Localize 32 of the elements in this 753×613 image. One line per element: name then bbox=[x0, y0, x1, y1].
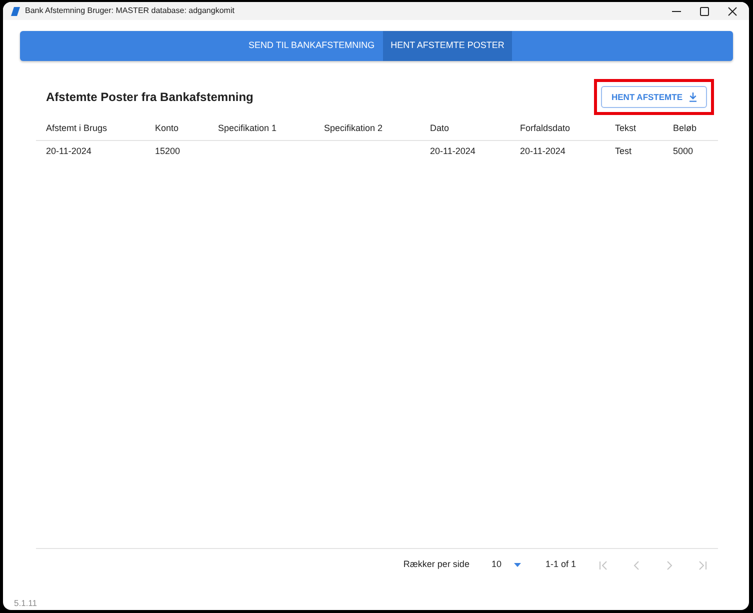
close-icon bbox=[728, 6, 736, 16]
first-page-icon bbox=[598, 560, 608, 570]
table-cell: Test bbox=[605, 140, 663, 162]
rows-per-page-label: Rækker per side bbox=[403, 558, 470, 572]
app-logo-icon bbox=[11, 6, 20, 16]
nav-tab[interactable]: HENT AFSTEMTE POSTER bbox=[382, 31, 512, 61]
column-header: Afstemt i Brugs bbox=[36, 118, 145, 140]
rows-per-page-select[interactable]: 10 bbox=[491, 558, 522, 572]
version-text: 5.1.11 bbox=[13, 597, 38, 610]
caret-icon bbox=[514, 563, 522, 567]
column-header: Forfaldsdato bbox=[510, 118, 605, 140]
nav-tab[interactable]: SEND TIL BANKAFSTEMNING bbox=[240, 31, 383, 61]
column-header: Dato bbox=[420, 118, 510, 140]
table-cell: 5000 bbox=[663, 140, 718, 162]
table-cell: 15200 bbox=[145, 140, 208, 162]
column-header: Specifikation 1 bbox=[208, 118, 314, 140]
column-header: Tekst bbox=[605, 118, 663, 140]
window-title: Bank Afstemning Bruger: MASTER database: adgangkomit bbox=[25, 6, 234, 16]
column-header: Specifikation 2 bbox=[314, 118, 420, 140]
section-title: Afstemte Poster fra Bankafstemning bbox=[46, 90, 254, 104]
last-page-icon bbox=[698, 560, 706, 570]
download-button[interactable]: HENT AFSTEMTE bbox=[601, 86, 707, 108]
table-cell: 20-11-2024 bbox=[36, 140, 145, 162]
page-range-text: 1-1 of 1 bbox=[545, 558, 576, 572]
chevron-left-icon bbox=[632, 560, 640, 570]
maximize-icon bbox=[700, 6, 708, 16]
column-header: Konto bbox=[145, 118, 208, 140]
column-header: Beløb bbox=[663, 118, 718, 140]
download-icon bbox=[688, 92, 696, 102]
table-cell: 20-11-2024 bbox=[420, 140, 510, 162]
table-cell: 20-11-2024 bbox=[510, 140, 605, 162]
chevron-right-icon bbox=[664, 560, 674, 570]
